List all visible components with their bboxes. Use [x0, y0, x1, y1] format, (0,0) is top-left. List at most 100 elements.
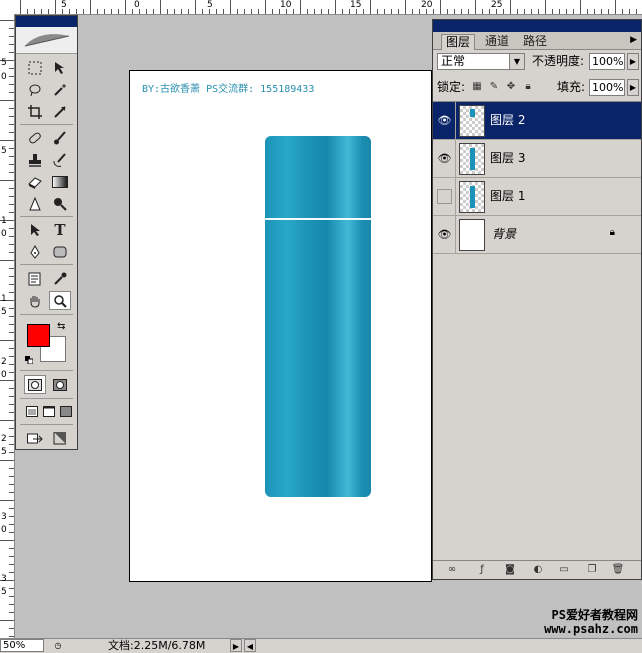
fill-arrow-icon[interactable]: ▶ — [627, 79, 639, 96]
ruler-tick — [510, 0, 511, 14]
eraser-icon[interactable] — [24, 172, 46, 191]
ruler-tick — [104, 9, 105, 14]
blend-mode-select[interactable]: 正常 ▼ — [437, 53, 525, 70]
eyedropper-icon[interactable] — [49, 269, 71, 288]
pen-icon[interactable] — [24, 242, 46, 261]
vertical-ruler[interactable]: 505101520253035 — [0, 14, 15, 638]
ruler-tick — [9, 484, 14, 485]
tab-channels[interactable]: 通道 — [481, 34, 513, 49]
credit-line-1: PS爱好者教程网 — [551, 608, 638, 622]
type-icon[interactable]: T — [49, 220, 71, 239]
ruler-tick — [9, 308, 14, 309]
stamp-icon[interactable] — [24, 150, 46, 169]
layer-row-1[interactable]: 图层 1 — [433, 178, 641, 216]
gradient-icon[interactable] — [49, 172, 71, 191]
horizontal-ruler[interactable]: 5 0 5 10 15 20 25 — [0, 0, 642, 15]
ruler-tick — [9, 92, 14, 93]
magic-wand-icon[interactable] — [49, 80, 71, 99]
quick-mask-icon[interactable] — [49, 375, 71, 394]
foreground-color-swatch[interactable] — [27, 324, 50, 347]
ruler-tick — [0, 500, 14, 501]
feather-logo[interactable] — [16, 27, 77, 54]
lock-pixels-icon[interactable]: ✎ — [488, 81, 500, 93]
link-layers-icon[interactable]: ∞ — [445, 563, 459, 576]
ruler-tick — [9, 76, 14, 77]
toolbox-title-bar[interactable] — [16, 16, 77, 27]
blur-icon[interactable] — [24, 194, 46, 213]
layer-row-3[interactable]: 👁︎ 图层 3 — [433, 140, 641, 178]
layer-thumbnail — [459, 219, 485, 251]
adjustment-layer-icon[interactable]: ◐ — [531, 563, 545, 576]
move-icon[interactable] — [49, 58, 71, 77]
ruler-tick — [580, 0, 581, 14]
opacity-field[interactable]: 100% — [589, 53, 625, 70]
ruler-label: 0 — [1, 229, 7, 239]
document-canvas[interactable]: BY:古欲香萧 PS交流群: 155189433 — [129, 70, 432, 582]
jump-to-imageready-icon[interactable] — [24, 428, 46, 447]
ruler-tick — [601, 9, 602, 14]
opacity-arrow-icon[interactable]: ▶ — [627, 53, 639, 70]
layer-row-background[interactable]: 👁︎ 背景 🔒︎ — [433, 216, 641, 254]
eye-icon[interactable]: 👁︎ — [437, 151, 452, 166]
ruler-tick — [9, 52, 14, 53]
path-select-icon[interactable] — [24, 220, 46, 239]
trash-icon[interactable]: 🗑︎ — [611, 563, 625, 576]
fill-field[interactable]: 100% — [589, 79, 625, 96]
site-credit: PS爱好者教程网 www.psahz.com — [544, 608, 638, 636]
palette-title-bar[interactable] — [433, 20, 641, 32]
crop-icon[interactable] — [24, 102, 46, 121]
hand-icon[interactable] — [24, 291, 46, 310]
imageready-icon[interactable] — [49, 428, 71, 447]
scroll-left-icon[interactable]: ◀ — [244, 639, 256, 652]
ruler-tick — [9, 204, 14, 205]
healing-icon[interactable] — [24, 128, 46, 147]
ruler-tick — [9, 44, 14, 45]
standard-mode-icon[interactable] — [24, 375, 46, 394]
ruler-tick — [9, 188, 14, 189]
shape-icon[interactable] — [49, 242, 71, 261]
layer-thumbnail — [459, 105, 485, 137]
status-info-icon[interactable]: ◷ — [52, 639, 64, 652]
ruler-tick — [97, 9, 98, 14]
brush-icon[interactable] — [49, 128, 71, 147]
history-brush-icon[interactable] — [49, 150, 71, 169]
palette-menu-icon[interactable]: ▶ — [630, 35, 637, 45]
lasso-icon[interactable] — [24, 80, 46, 99]
lock-position-icon[interactable]: ✥ — [505, 81, 517, 93]
ruler-tick — [454, 9, 455, 14]
tab-paths[interactable]: 路径 — [519, 34, 551, 49]
new-layer-icon[interactable]: ❐ — [585, 563, 599, 576]
lock-transparency-icon[interactable]: ▦ — [471, 81, 483, 93]
zoom-icon[interactable] — [49, 291, 71, 310]
notes-icon[interactable] — [24, 269, 46, 288]
ruler-tick — [314, 9, 315, 14]
layer-row-2[interactable]: 👁︎ 图层 2 — [433, 102, 641, 140]
ruler-tick — [9, 436, 14, 437]
tab-layers[interactable]: 图层 — [441, 34, 476, 50]
ruler-tick — [0, 20, 14, 21]
slice-icon[interactable] — [49, 102, 71, 121]
default-colors-icon[interactable] — [25, 354, 34, 365]
eye-icon[interactable]: 👁︎ — [437, 113, 452, 128]
hidden-eye-icon[interactable] — [437, 189, 452, 204]
swap-colors-icon[interactable]: ⇆ — [57, 321, 65, 332]
new-group-icon[interactable]: ▭ — [557, 563, 571, 576]
ruler-tick — [412, 9, 413, 14]
eye-icon[interactable]: 👁︎ — [437, 227, 452, 242]
zoom-field[interactable]: 50% — [0, 639, 44, 652]
ruler-label: 0 — [1, 72, 7, 82]
ruler-tick — [174, 9, 175, 14]
ruler-tick — [181, 9, 182, 14]
lock-all-icon[interactable]: 🔒︎ — [522, 81, 534, 93]
add-mask-icon[interactable]: ◙ — [503, 563, 517, 576]
ruler-label: 5 — [1, 587, 7, 597]
ruler-tick — [48, 9, 49, 14]
ruler-tick — [9, 156, 14, 157]
ruler-tick — [34, 9, 35, 14]
screen-mode-full-icon[interactable] — [55, 402, 77, 421]
status-menu-arrow-icon[interactable]: ▶ — [230, 639, 242, 652]
layer-style-icon[interactable]: ƒ — [475, 563, 489, 576]
dodge-icon[interactable] — [49, 194, 71, 213]
ruler-tick — [20, 0, 21, 14]
marquee-icon[interactable] — [24, 58, 46, 77]
